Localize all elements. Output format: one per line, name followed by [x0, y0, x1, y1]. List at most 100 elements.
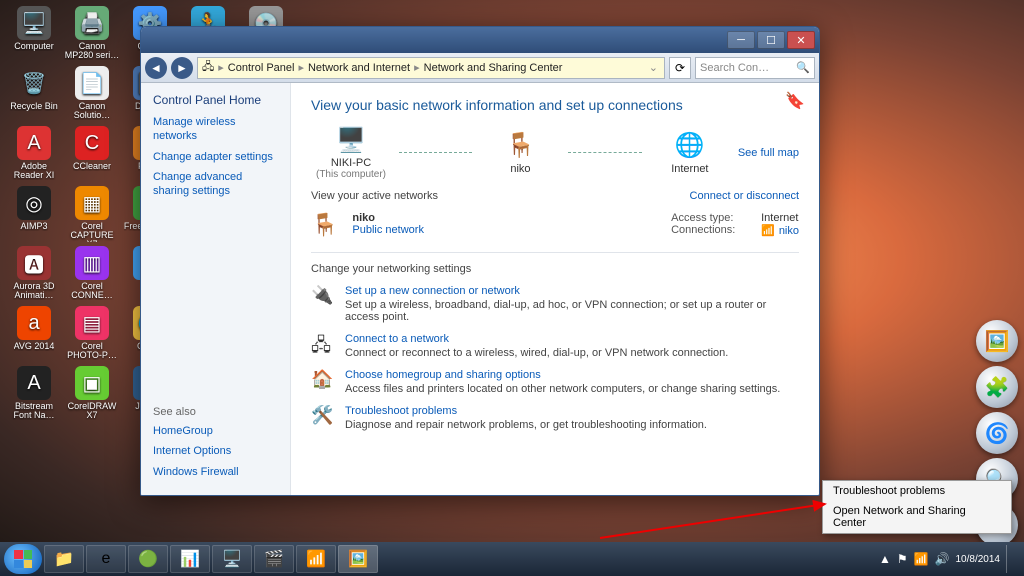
app-icon: 📄: [75, 66, 109, 100]
icon-label: Corel CONNE…: [64, 282, 120, 300]
bookmark-icon[interactable]: 🔖: [785, 91, 805, 111]
desktop-icon[interactable]: ◎ AIMP3: [6, 186, 62, 246]
signal-icon: 📶: [761, 224, 775, 237]
title-bar: ─ ☐ ✕: [141, 27, 819, 53]
app-icon: ▦: [75, 186, 109, 220]
bench-icon: 🪑: [503, 131, 537, 161]
main-content: 🔖 View your basic network information an…: [291, 83, 819, 495]
setting-item: 🖧Connect to a networkConnect or reconnec…: [311, 333, 799, 359]
close-button[interactable]: ✕: [787, 31, 815, 49]
refresh-button[interactable]: ⟳: [669, 57, 691, 79]
setting-icon: 🔌: [311, 285, 333, 307]
maximize-button[interactable]: ☐: [757, 31, 785, 49]
start-button[interactable]: [4, 544, 42, 574]
show-desktop-button[interactable]: [1006, 545, 1014, 573]
desktop-icon[interactable]: CCCleaner: [64, 126, 120, 186]
app-icon: 🗑️: [17, 66, 51, 100]
see-also-header: See also: [153, 406, 278, 418]
setting-title-link[interactable]: Set up a new connection or network: [345, 285, 799, 297]
search-input[interactable]: Search Con… 🔍: [695, 57, 815, 79]
see-full-map-link[interactable]: See full map: [738, 147, 799, 159]
desktop-icon[interactable]: ▣ CorelDRAW X7: [64, 366, 120, 426]
sidebar-link[interactable]: Change adapter settings: [153, 150, 278, 164]
see-also-link[interactable]: HomeGroup: [153, 424, 278, 438]
annotation-arrow: [600, 500, 840, 540]
icon-label: CorelDRAW X7: [64, 402, 120, 420]
forward-button[interactable]: ►: [171, 57, 193, 79]
desktop-icon[interactable]: A Bitstream Font Na…: [6, 366, 62, 426]
control-panel-window: ─ ☐ ✕ ◄ ► 🖧▸ Control Panel▸ Network and …: [140, 26, 820, 496]
gadget-orb[interactable]: 🌀: [976, 412, 1018, 454]
taskbar-button[interactable]: 🎬: [254, 545, 294, 573]
page-title: View your basic network information and …: [311, 97, 799, 113]
settings-header: Change your networking settings: [311, 263, 799, 275]
breadcrumb[interactable]: Network and Sharing Center: [420, 62, 567, 74]
desktop-icon[interactable]: 🗑️Recycle Bin: [6, 66, 62, 126]
map-this-pc: 🖥️ NIKI-PC (This computer): [311, 125, 391, 180]
map-internet: 🌐 Internet: [650, 131, 730, 175]
connect-disconnect-link[interactable]: Connect or disconnect: [690, 190, 799, 202]
setting-title-link[interactable]: Choose homegroup and sharing options: [345, 369, 780, 381]
tray-icon[interactable]: ⚑: [897, 552, 908, 566]
system-tray: ▲ ⚑ 📶 🔊 10/8/2014: [879, 545, 1020, 573]
gadget-orb[interactable]: 🖼️: [976, 320, 1018, 362]
network-icon: 🪑: [311, 212, 338, 238]
see-also-link[interactable]: Internet Options: [153, 444, 278, 458]
taskbar-button[interactable]: e: [86, 545, 126, 573]
tray-icon[interactable]: 📶: [914, 552, 929, 566]
connection-link[interactable]: 📶niko: [761, 224, 799, 237]
taskbar-button[interactable]: 📁: [44, 545, 84, 573]
icon-label: AIMP3: [20, 222, 47, 231]
tray-icon[interactable]: ▲: [879, 552, 891, 566]
desktop-icon[interactable]: 🅰 Aurora 3D Animati…: [6, 246, 62, 306]
app-icon: 🅰: [17, 246, 51, 280]
setting-title-link[interactable]: Connect to a network: [345, 333, 728, 345]
globe-icon: 🌐: [673, 131, 707, 161]
see-also-link[interactable]: Windows Firewall: [153, 465, 278, 479]
icon-label: Canon Solutio…: [64, 102, 120, 120]
app-icon: ◎: [17, 186, 51, 220]
taskbar-button[interactable]: 🖼️: [338, 545, 378, 573]
setting-item: 🔌Set up a new connection or networkSet u…: [311, 285, 799, 323]
menu-item-open-sharing-center[interactable]: Open Network and Sharing Center: [823, 501, 1011, 533]
desktop-icon[interactable]: ▦Corel CAPTURE X7: [64, 186, 120, 246]
taskbar-button[interactable]: 📊: [170, 545, 210, 573]
network-type-link[interactable]: Public network: [352, 224, 424, 236]
taskbar: 📁e🟢📊🖥️🎬📶🖼️ ▲⚑📶🔊 10/8/2014: [0, 542, 1024, 576]
app-icon: ▣: [75, 366, 109, 400]
breadcrumb[interactable]: Control Panel: [224, 62, 299, 74]
desktop-icon[interactable]: aAVG 2014: [6, 306, 62, 366]
tray-context-menu: Troubleshoot problems Open Network and S…: [822, 480, 1012, 534]
desktop-icon[interactable]: AAdobe Reader XI: [6, 126, 62, 186]
setting-icon: 🏠: [311, 369, 333, 391]
setting-description: Diagnose and repair network problems, or…: [345, 419, 707, 431]
address-bar[interactable]: 🖧▸ Control Panel▸ Network and Internet▸ …: [197, 57, 665, 79]
desktop-icon[interactable]: 🖥️Computer: [6, 6, 62, 66]
desktop-icon[interactable]: 📄 Canon Solutio…: [64, 66, 120, 126]
menu-item-troubleshoot[interactable]: Troubleshoot problems: [823, 481, 1011, 501]
taskbar-button[interactable]: 📶: [296, 545, 336, 573]
map-router: 🪑 niko: [480, 131, 560, 175]
sidebar-link[interactable]: Manage wireless networks: [153, 115, 278, 144]
app-icon: A: [17, 366, 51, 400]
gadget-orb[interactable]: 🧩: [976, 366, 1018, 408]
taskbar-button[interactable]: 🖥️: [212, 545, 252, 573]
icon-label: Bitstream Font Na…: [6, 402, 62, 420]
minimize-button[interactable]: ─: [727, 31, 755, 49]
app-icon: a: [17, 306, 51, 340]
desktop-icon[interactable]: 🖨️Canon MP280 seri…: [64, 6, 120, 66]
desktop-icon[interactable]: ▤Corel PHOTO-P…: [64, 306, 120, 366]
desktop-icon[interactable]: ▥Corel CONNE…: [64, 246, 120, 306]
taskbar-button[interactable]: 🟢: [128, 545, 168, 573]
app-icon: A: [17, 126, 51, 160]
sidebar-link[interactable]: Change advanced sharing settings: [153, 170, 278, 199]
address-dropdown-icon[interactable]: ⌄: [643, 61, 664, 74]
breadcrumb[interactable]: Network and Internet: [304, 62, 414, 74]
setting-title-link[interactable]: Troubleshoot problems: [345, 405, 707, 417]
icon-label: Aurora 3D Animati…: [6, 282, 62, 300]
setting-description: Connect or reconnect to a wireless, wire…: [345, 347, 728, 359]
tray-icon[interactable]: 🔊: [935, 552, 950, 566]
setting-icon: 🛠️: [311, 405, 333, 427]
clock[interactable]: 10/8/2014: [956, 554, 1001, 565]
back-button[interactable]: ◄: [145, 57, 167, 79]
